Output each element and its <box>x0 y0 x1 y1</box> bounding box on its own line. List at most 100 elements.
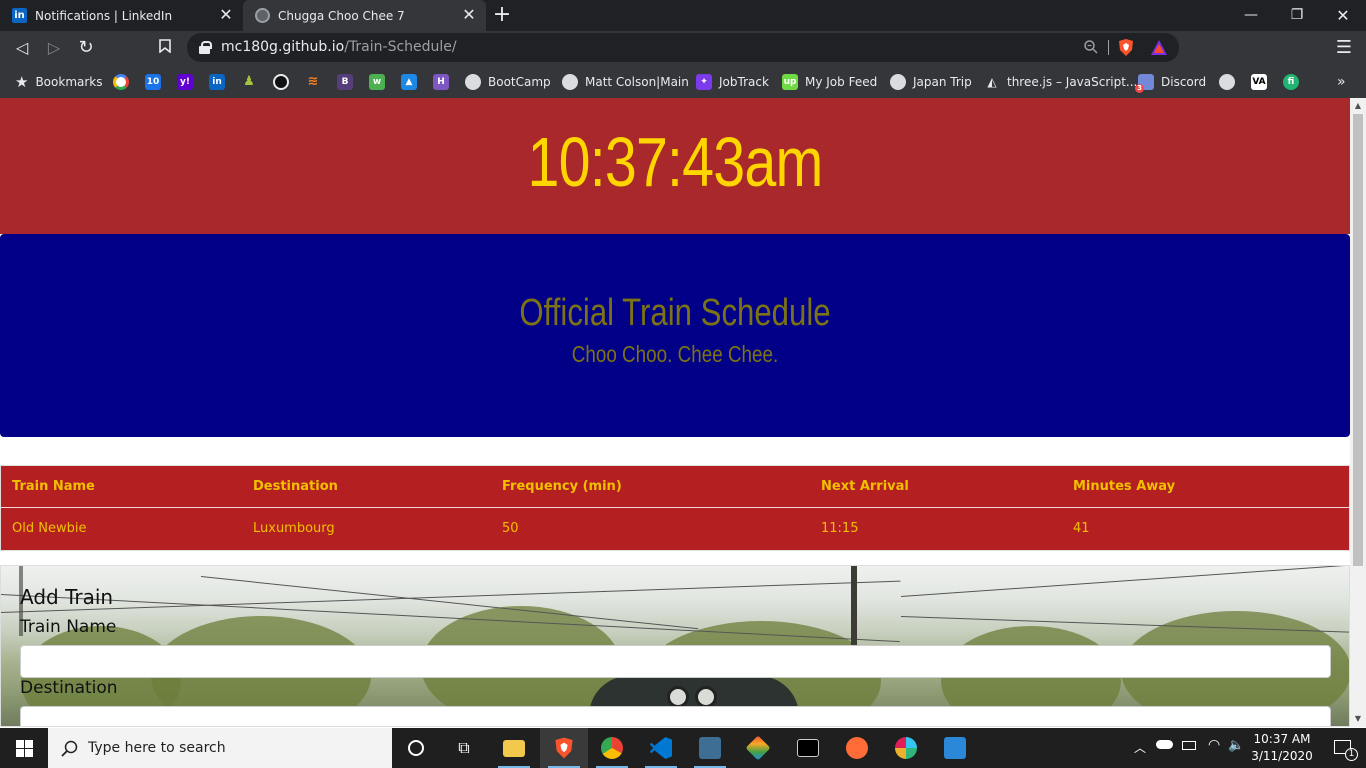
discord-icon: 3 <box>1135 73 1154 93</box>
bookmark-label: Matt Colson|Main <box>585 74 689 89</box>
bookmark-matt-colson[interactable]: Matt Colson|Main <box>562 65 689 98</box>
zoom-icon[interactable] <box>1083 39 1099 59</box>
close-icon[interactable]: ✕ <box>460 6 478 24</box>
bookmark-yahoo[interactable]: y! <box>177 65 193 98</box>
bookmark-fi[interactable]: fi <box>1283 65 1299 98</box>
header-train-name: Train Name <box>12 479 95 494</box>
bookmark-va[interactable]: VA <box>1251 65 1267 98</box>
onedrive-icon[interactable] <box>1156 740 1173 749</box>
bookmark-hackernoon[interactable]: H <box>433 65 449 98</box>
cell-destination: Luxumbourg <box>253 521 335 536</box>
search-icon <box>61 740 78 757</box>
task-view-button[interactable]: ⧉ <box>440 728 488 768</box>
url-text[interactable]: mc180g.github.io/Train-Schedule/ <box>221 33 457 62</box>
globe-icon <box>465 73 481 90</box>
notification-count: 1 <box>1345 748 1358 761</box>
git-icon <box>745 735 771 761</box>
bookmark-threejs[interactable]: ◭ three.js – JavaScript... <box>984 65 1137 98</box>
w3schools-icon: w <box>369 73 385 90</box>
bookmark-bootcamp[interactable]: BootCamp <box>465 65 551 98</box>
new-tab-button[interactable]: + <box>490 3 514 27</box>
bookmark-w3[interactable]: w <box>369 65 385 98</box>
taskbar-terminal[interactable] <box>784 728 832 768</box>
page-scrollbar[interactable]: ▲ ▼ <box>1350 98 1366 727</box>
minimize-button[interactable]: — <box>1228 0 1274 31</box>
mysql-icon <box>699 737 721 759</box>
taskbar-mysql[interactable] <box>686 728 734 768</box>
bookmark-google[interactable] <box>113 65 129 98</box>
bookmark-jobtrack[interactable]: ✦ JobTrack <box>696 65 769 98</box>
postman-icon <box>846 737 868 759</box>
page-subtitle: Choo Choo. Chee Chee. <box>571 341 779 367</box>
scroll-down-arrow[interactable]: ▼ <box>1350 711 1366 727</box>
close-window-button[interactable]: ✕ <box>1320 0 1366 31</box>
bookmark-japan-trip[interactable]: Japan Trip <box>890 65 972 98</box>
taskbar-search[interactable]: Type here to search <box>48 728 392 768</box>
taskbar-postman[interactable] <box>833 728 881 768</box>
bookmark-cloud[interactable]: ▲ <box>401 65 417 98</box>
bookmark-label: Discord <box>1161 74 1207 89</box>
stackoverflow-icon: ≋ <box>307 73 319 89</box>
scroll-up-arrow[interactable]: ▲ <box>1350 98 1366 114</box>
bookmark-discord[interactable]: 3 Discord <box>1135 65 1207 98</box>
back-button[interactable]: ◁ <box>11 37 33 59</box>
bookmark-github[interactable] <box>273 65 289 98</box>
globe-icon <box>562 73 578 90</box>
browser-toolbar: ◁ ▷ ↻ mc180g.github.io/Train-Schedule/ ☰ <box>0 31 1366 65</box>
bookmark-globe[interactable] <box>1219 65 1235 98</box>
fi-icon: fi <box>1283 73 1299 90</box>
url-path: /Train-Schedule/ <box>344 39 457 55</box>
address-bar[interactable]: mc180g.github.io/Train-Schedule/ <box>187 33 1179 62</box>
page-viewport: 10:37:43am Official Train Schedule Choo … <box>0 98 1350 727</box>
android-icon: ♟ <box>243 73 255 89</box>
bookmarks-overflow-button[interactable]: » <box>1337 65 1346 98</box>
show-hidden-icons[interactable]: ︿ <box>1134 739 1146 756</box>
globe-icon <box>890 73 906 90</box>
header-next-arrival: Next Arrival <box>821 479 909 494</box>
volume-icon[interactable]: 🔈 <box>1228 738 1244 753</box>
chrome-icon <box>601 737 623 759</box>
battery-icon[interactable] <box>1182 741 1196 750</box>
bookmarks-menu[interactable]: ★ Bookmarks <box>15 65 103 98</box>
taskbar-gitkraken[interactable] <box>734 728 782 768</box>
tab-linkedin[interactable]: in Notifications | LinkedIn ✕ <box>0 0 243 31</box>
taskbar-media[interactable] <box>931 728 979 768</box>
close-icon[interactable]: ✕ <box>217 6 235 24</box>
tab-bar: in Notifications | LinkedIn ✕ Chugga Cho… <box>0 0 1366 31</box>
taskbar-clock[interactable]: 10:37 AM 3/11/2020 <box>1248 731 1316 765</box>
train-name-input[interactable] <box>20 645 1331 678</box>
jumbotron: Official Train Schedule Choo Choo. Chee … <box>0 234 1350 437</box>
tab-train-schedule[interactable]: Chugga Choo Chee 7 ✕ <box>243 0 486 31</box>
taskbar-file-explorer[interactable] <box>490 728 538 768</box>
bookmark-linkedin[interactable]: in <box>209 65 225 98</box>
add-train-panel: Add Train Train Name Destination <box>0 565 1350 727</box>
cortana-button[interactable] <box>392 728 440 768</box>
calendar-icon: 10 <box>145 73 161 90</box>
wifi-icon[interactable]: ◠ <box>1208 737 1220 753</box>
brave-shield-icon[interactable] <box>1117 38 1135 61</box>
taskbar-brave[interactable] <box>540 728 588 768</box>
cell-frequency: 50 <box>502 521 519 536</box>
brave-rewards-icon[interactable] <box>1150 39 1168 60</box>
bookmark-my-job-feed[interactable]: up My Job Feed <box>782 65 877 98</box>
bookmark-stackoverflow[interactable]: ≋ <box>305 65 321 98</box>
menu-icon[interactable]: ☰ <box>1333 37 1355 59</box>
bookmark-label: BootCamp <box>488 74 551 89</box>
taskbar-slack[interactable] <box>882 728 930 768</box>
bookmarks-label: Bookmarks <box>35 74 103 89</box>
destination-input[interactable] <box>20 706 1331 726</box>
bookmark-android[interactable]: ♟ <box>241 65 257 98</box>
bookmark-bootstrap[interactable]: B <box>337 65 353 98</box>
bookmark-label: Japan Trip <box>913 74 972 89</box>
scroll-thumb[interactable] <box>1353 114 1363 566</box>
forward-button[interactable]: ▷ <box>43 37 65 59</box>
vscode-icon <box>650 737 672 759</box>
taskbar-chrome[interactable] <box>588 728 636 768</box>
reload-button[interactable]: ↻ <box>75 37 97 59</box>
start-button[interactable] <box>0 728 48 768</box>
action-center-button[interactable]: 1 <box>1320 728 1366 768</box>
taskbar-vscode[interactable] <box>637 728 685 768</box>
restore-button[interactable]: ❐ <box>1274 0 1320 31</box>
bookmark-calendar[interactable]: 10 <box>145 65 161 98</box>
bookmark-page-icon[interactable] <box>154 37 176 59</box>
